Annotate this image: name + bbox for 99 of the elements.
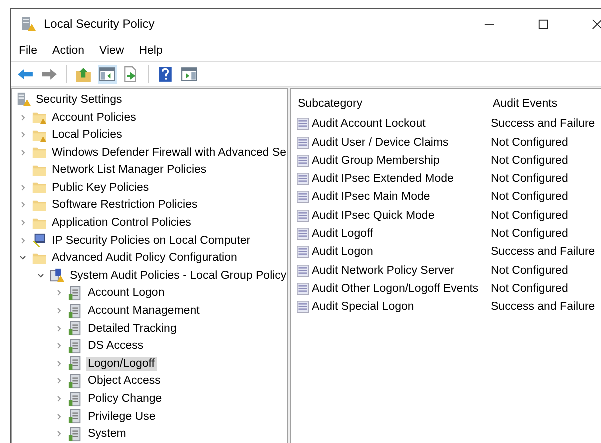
tree-item[interactable]: Security Settings bbox=[34, 92, 124, 107]
table-cell: Not Configured bbox=[491, 282, 568, 295]
tree-item[interactable]: System bbox=[86, 427, 128, 442]
column-header[interactable]: Audit Events bbox=[492, 98, 558, 110]
action-pane-icon[interactable] bbox=[180, 64, 199, 84]
chevron-right-icon[interactable] bbox=[19, 219, 27, 228]
tree-item[interactable]: Advanced Audit Policy Configuration bbox=[50, 251, 240, 266]
audit-policy-icon bbox=[297, 282, 309, 295]
menu-item[interactable]: View bbox=[92, 44, 132, 57]
app-icon bbox=[20, 16, 36, 32]
tree-item[interactable]: Account Management bbox=[86, 304, 202, 318]
chevron-right-icon[interactable] bbox=[55, 342, 63, 350]
maximize-icon[interactable] bbox=[538, 18, 549, 30]
audit-policy-icon bbox=[297, 210, 309, 222]
table-cell: Audit Special Logon bbox=[312, 301, 414, 314]
chevron-right-icon[interactable] bbox=[19, 201, 27, 210]
menu-item[interactable]: File bbox=[12, 44, 46, 57]
menu-item[interactable]: Action bbox=[46, 44, 92, 57]
tree-item[interactable]: Account Logon bbox=[86, 286, 167, 300]
chevron-right-icon[interactable] bbox=[55, 430, 63, 438]
audit-policy-icon bbox=[297, 154, 309, 167]
window-title: Local Security Policy bbox=[44, 17, 155, 32]
audit-policy-icon bbox=[297, 264, 309, 277]
tree-item[interactable]: Public Key Policies bbox=[50, 180, 152, 195]
table-cell: Audit IPsec Extended Mode bbox=[312, 173, 454, 186]
audit-category-icon bbox=[68, 426, 83, 442]
help-icon[interactable] bbox=[156, 64, 175, 84]
table-cell: Audit IPsec Quick Mode bbox=[312, 210, 435, 222]
table-cell: Success and Failure bbox=[491, 118, 596, 130]
chevron-right-icon[interactable] bbox=[55, 377, 63, 386]
tree-item[interactable]: Detailed Tracking bbox=[86, 322, 179, 336]
table-cell: Not Configured bbox=[491, 210, 568, 222]
chevron-down-icon[interactable] bbox=[37, 272, 45, 280]
chevron-right-icon[interactable] bbox=[19, 184, 27, 192]
chevron-right-icon[interactable] bbox=[19, 236, 27, 245]
folder-lock-icon bbox=[32, 110, 47, 126]
chevron-right-icon[interactable] bbox=[55, 324, 63, 333]
tree-item[interactable]: Application Control Policies bbox=[50, 216, 194, 230]
folder-icon bbox=[32, 180, 47, 196]
audit-policy-icon bbox=[297, 191, 309, 204]
audit-category-icon bbox=[68, 321, 83, 336]
folder-icon bbox=[32, 145, 47, 160]
chevron-right-icon[interactable] bbox=[19, 148, 27, 157]
chevron-right-icon[interactable] bbox=[55, 360, 63, 368]
policy-icon bbox=[50, 268, 65, 284]
tree-item[interactable]: Software Restriction Policies bbox=[50, 198, 200, 212]
audit-category-icon bbox=[68, 304, 83, 319]
table-cell: Not Configured bbox=[491, 191, 568, 204]
chevron-right-icon[interactable] bbox=[55, 412, 63, 421]
audit-policy-icon bbox=[297, 228, 309, 240]
chevron-right-icon[interactable] bbox=[19, 131, 27, 140]
audit-category-icon bbox=[68, 374, 83, 389]
tree-item[interactable]: Policy Change bbox=[86, 392, 164, 406]
table-cell: Audit Logoff bbox=[312, 228, 374, 240]
table-cell: Success and Failure bbox=[491, 246, 596, 258]
audit-category-icon bbox=[68, 286, 83, 301]
table-cell: Not Configured bbox=[491, 136, 568, 149]
table-cell: Audit Logon bbox=[312, 246, 374, 258]
table-cell: Audit Account Lockout bbox=[312, 118, 426, 130]
audit-policy-icon bbox=[297, 136, 309, 149]
menu-item[interactable]: Help bbox=[132, 44, 171, 57]
audit-policy-icon bbox=[297, 246, 309, 258]
table-cell: Audit User / Device Claims bbox=[312, 136, 449, 149]
table-cell: Audit Other Logon/Logoff Events bbox=[312, 282, 479, 295]
chevron-right-icon[interactable] bbox=[55, 395, 63, 404]
audit-category-icon bbox=[68, 409, 83, 424]
audit-category-icon bbox=[68, 338, 83, 354]
chevron-right-icon[interactable] bbox=[55, 289, 63, 298]
table-cell: Audit IPsec Main Mode bbox=[312, 191, 430, 204]
tree-item[interactable]: Logon/Logoff bbox=[86, 356, 157, 371]
tree-item[interactable]: IP Security Policies on Local Computer bbox=[50, 234, 253, 248]
computer-shield-icon bbox=[32, 233, 47, 248]
table-cell: Audit Network Policy Server bbox=[312, 264, 455, 277]
table-cell: Not Configured bbox=[491, 264, 568, 277]
security-settings-icon bbox=[16, 92, 31, 108]
chevron-right-icon[interactable] bbox=[55, 307, 63, 316]
audit-category-icon bbox=[68, 356, 83, 372]
close-icon[interactable] bbox=[592, 18, 601, 30]
table-cell: Audit Group Membership bbox=[312, 154, 440, 167]
tree-item[interactable]: Account Policies bbox=[50, 110, 138, 125]
tree-item[interactable]: Object Access bbox=[86, 374, 163, 388]
chevron-down-icon[interactable] bbox=[19, 254, 27, 262]
chevron-right-icon[interactable] bbox=[19, 114, 27, 122]
table-cell: Success and Failure bbox=[491, 301, 596, 314]
column-header[interactable]: Subcategory bbox=[297, 98, 492, 110]
tree-item[interactable]: System Audit Policies - Local Group Policy bbox=[68, 268, 289, 283]
audit-policy-icon bbox=[297, 173, 309, 186]
tree-item[interactable]: Privilege Use bbox=[86, 410, 158, 424]
tree-item[interactable]: Network List Manager Policies bbox=[50, 163, 209, 178]
table-cell: Not Configured bbox=[491, 173, 568, 186]
audit-category-icon bbox=[68, 392, 83, 407]
tree-item[interactable]: DS Access bbox=[86, 339, 146, 354]
audit-policy-icon bbox=[297, 118, 309, 130]
console-tree-icon[interactable] bbox=[98, 64, 117, 84]
audit-policy-icon bbox=[297, 301, 309, 314]
tree-item[interactable]: Windows Defender Firewall with Advanced Se bbox=[50, 146, 289, 160]
table-cell: Not Configured bbox=[491, 154, 568, 167]
table-cell: Not Configured bbox=[491, 228, 568, 240]
tree-item[interactable]: Local Policies bbox=[50, 128, 124, 142]
